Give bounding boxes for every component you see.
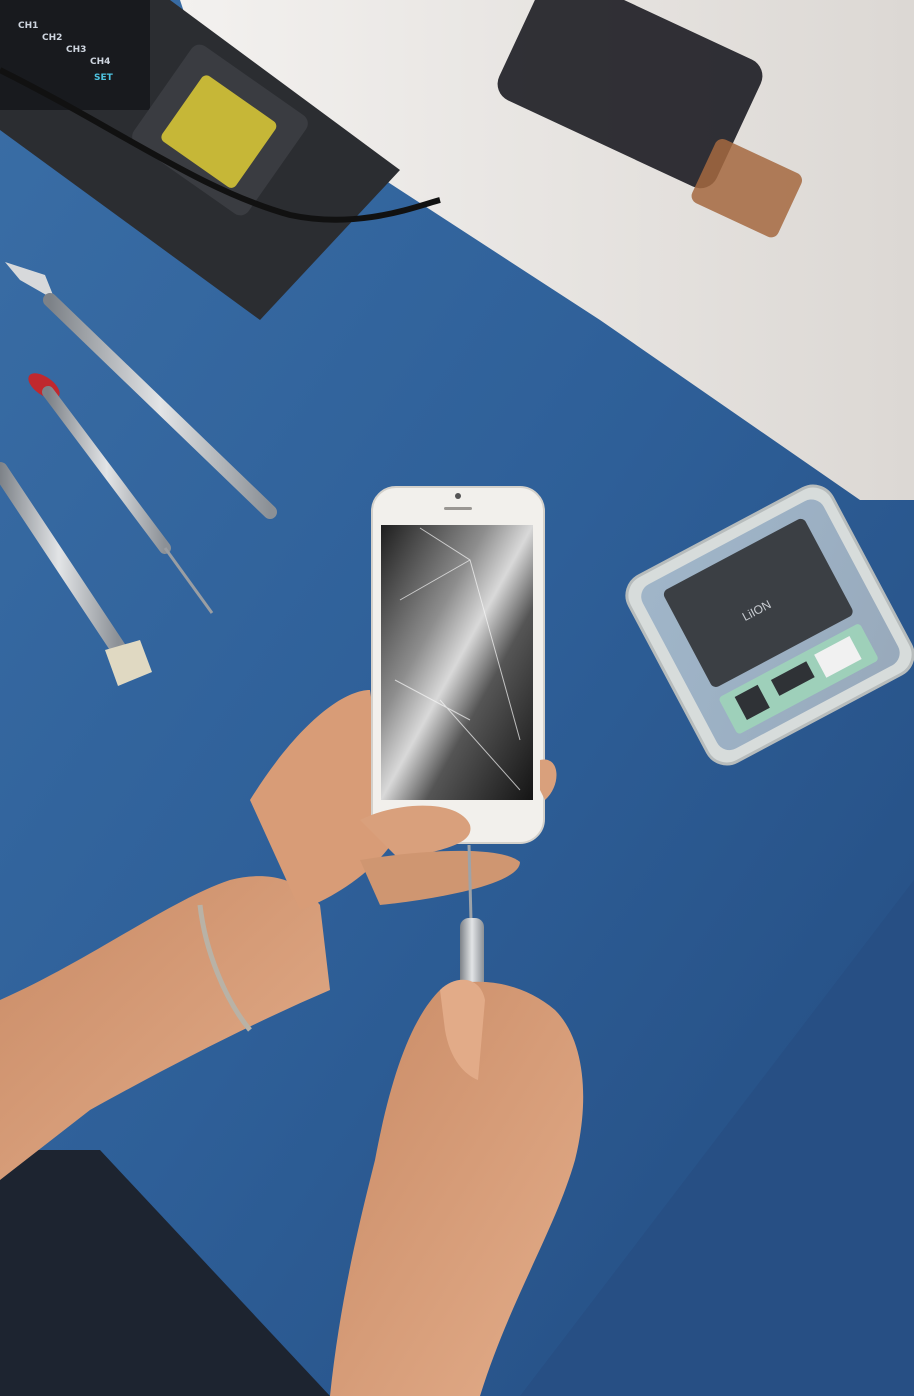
channel-label-set: SET: [94, 73, 114, 83]
photo-frame: CH1 CH2 CH3 CH4 SET LiION: [0, 0, 914, 1396]
cracked-phone: [371, 486, 545, 844]
channel-label-4: CH4: [90, 57, 110, 67]
repair-scene: CH1 CH2 CH3 CH4 SET LiION: [0, 0, 914, 1396]
channel-label-2: CH2: [42, 33, 62, 43]
channel-label-1: CH1: [18, 21, 38, 31]
cracked-screen: [381, 525, 533, 800]
channel-label-3: CH3: [66, 45, 86, 55]
station-display: [0, 0, 150, 110]
